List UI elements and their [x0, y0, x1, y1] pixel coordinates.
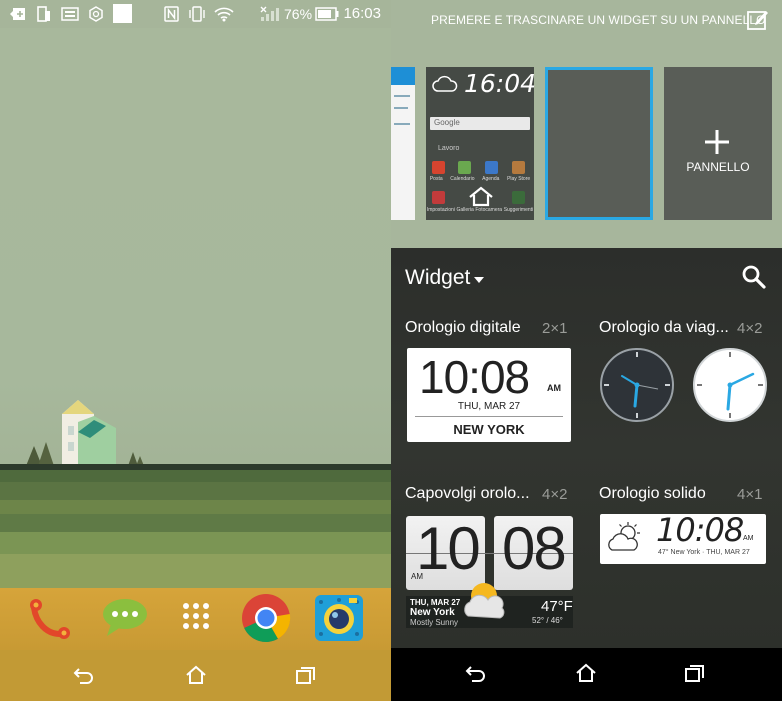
- messages-app-icon[interactable]: [99, 592, 151, 644]
- phone-tablet-icon: [37, 5, 51, 22]
- mini-app-label: Impostazioni: [426, 207, 455, 213]
- drag-hint: PREMERE E TRASCINARE UN WIDGET SU UN PAN…: [431, 13, 766, 27]
- analog-clock-light[interactable]: [691, 346, 769, 424]
- add-panel-label: PANNELLO: [686, 160, 750, 174]
- panel-home[interactable]: 16:04 Google Lavoro Posta Calendario Age…: [426, 67, 537, 220]
- flip-clock-hour: 10: [416, 515, 481, 582]
- mini-app-label: Fotocamera: [475, 207, 503, 213]
- settings-hex-icon: [88, 5, 104, 22]
- dock: [0, 588, 391, 650]
- white-square-icon: [113, 4, 132, 23]
- home-icon[interactable]: [182, 662, 210, 688]
- digital-clock-date: THU, MAR 27: [457, 401, 521, 412]
- flip-clock-temp: 47°F: [541, 598, 573, 615]
- mini-clock-time: 16:04: [464, 69, 537, 98]
- digital-clock-ampm: AM: [547, 383, 561, 393]
- back-icon[interactable]: [70, 662, 98, 688]
- add-panel-button[interactable]: PANNELLO: [664, 67, 772, 220]
- widget-size: 2×1: [542, 320, 568, 337]
- widget-name: Orologio solido: [599, 485, 706, 502]
- sun-cloud-icon: [464, 583, 505, 619]
- clock-time: 16:03: [343, 5, 381, 22]
- chrome-app-icon[interactable]: [240, 592, 292, 644]
- home-icon[interactable]: [572, 660, 600, 686]
- widget-name: Orologio digitale: [405, 319, 521, 336]
- battery-icon: [315, 5, 339, 22]
- mini-app-label: Play Store: [507, 176, 531, 182]
- edit-icon[interactable]: [746, 8, 770, 32]
- solid-clock-widget[interactable]: 10:08 AM 47° New York · THU, MAR 27: [600, 511, 766, 564]
- wifi-icon: [214, 5, 234, 22]
- status-bar: 76% 16:03: [0, 0, 391, 28]
- mini-app-label: Agenda: [482, 176, 500, 182]
- phone-app-icon[interactable]: [22, 592, 74, 644]
- navigation-bar: [391, 648, 782, 701]
- mini-app-label: Suggerimenti: [503, 207, 534, 213]
- widget-name: Orologio da viag...: [599, 319, 729, 336]
- solid-clock-ampm: AM: [743, 535, 754, 542]
- flip-clock-widget[interactable]: 10 08 AM THU, MAR 27 New York Mostly Sun…: [406, 515, 573, 628]
- mini-folder-label: Lavoro: [438, 145, 460, 152]
- panel-strip: PREMERE E TRASCINARE UN WIDGET SU UN PAN…: [391, 0, 782, 248]
- camera-app-icon[interactable]: [313, 592, 365, 644]
- panel-previous[interactable]: [391, 67, 415, 220]
- back-icon[interactable]: [462, 660, 490, 686]
- digital-clock-city: NEW YORK: [453, 422, 525, 437]
- mini-app-label: Posta: [429, 176, 443, 182]
- solid-clock-time: 10:08: [656, 511, 744, 549]
- widget-list: Widget Orologio digitale 2×1 10:08 AM TH…: [391, 248, 782, 648]
- home-screen: 76% 16:03: [0, 0, 391, 701]
- solid-clock-info: 47° New York · THU, MAR 27: [658, 549, 750, 556]
- house-illustration: [26, 400, 144, 466]
- widget-size: 4×2: [737, 320, 763, 337]
- widget-size: 4×1: [737, 486, 763, 503]
- flip-clock-range: 52° / 46°: [532, 616, 563, 625]
- plus-box-icon: [10, 5, 26, 22]
- widget-name: Capovolgi orolo...: [405, 485, 530, 502]
- vibrate-icon: [188, 5, 206, 22]
- flip-clock-minute: 08: [502, 515, 567, 582]
- mini-search-label: Google: [434, 118, 460, 127]
- search-icon[interactable]: [741, 264, 767, 290]
- mini-app-label: Calendario: [450, 176, 475, 182]
- widget-picker-screen: PREMERE E TRASCINARE UN WIDGET SU UN PAN…: [391, 0, 782, 701]
- flip-clock-condition: Mostly Sunny: [410, 618, 459, 627]
- cloud-icon: [432, 75, 458, 92]
- flip-clock-date: THU, MAR 27: [410, 598, 461, 607]
- recents-icon[interactable]: [292, 662, 320, 688]
- digital-clock-time: 10:08: [419, 351, 530, 403]
- nfc-icon: [164, 5, 179, 22]
- home-marker-icon: [469, 186, 493, 207]
- plus-icon: [702, 127, 732, 160]
- keyboard-icon: [61, 5, 79, 22]
- signal-icon: [259, 5, 279, 22]
- battery-percent: 76%: [284, 6, 313, 22]
- navigation-bar: [0, 650, 391, 701]
- widgets-dropdown[interactable]: Widget: [405, 266, 470, 290]
- app-drawer-icon[interactable]: [170, 592, 222, 644]
- mini-app-label: Galleria: [456, 207, 474, 213]
- widget-size: 4×2: [542, 486, 568, 503]
- analog-clock-dark[interactable]: [598, 346, 676, 424]
- landscape-bands: [0, 464, 391, 590]
- chevron-down-icon[interactable]: [474, 277, 484, 283]
- flip-clock-ampm: AM: [411, 572, 423, 581]
- recents-icon[interactable]: [681, 660, 709, 686]
- flip-clock-city: New York: [410, 607, 455, 618]
- partly-cloudy-icon: [608, 522, 640, 551]
- panel-empty-selected[interactable]: [545, 67, 653, 220]
- digital-clock-widget[interactable]: 10:08 AM THU, MAR 27 NEW YORK: [407, 348, 571, 442]
